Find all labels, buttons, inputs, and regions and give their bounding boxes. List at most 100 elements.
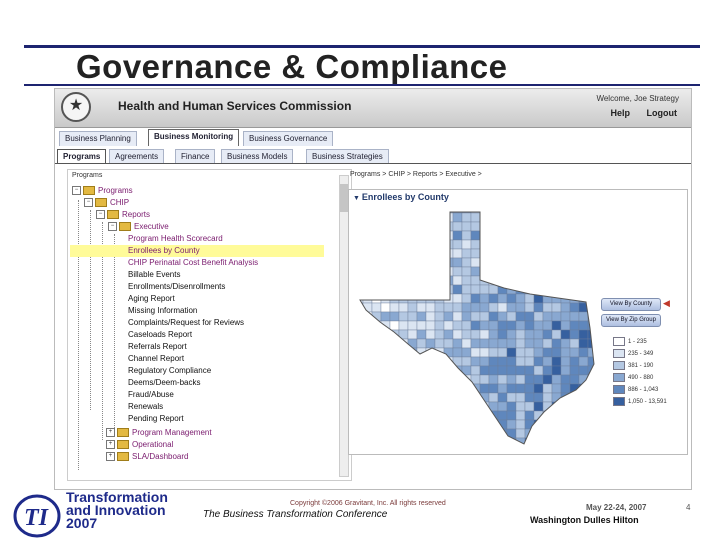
- county-cell[interactable]: [470, 437, 481, 447]
- county-cell[interactable]: [434, 374, 445, 385]
- county-cell[interactable]: [371, 401, 382, 412]
- county-cell[interactable]: [452, 212, 463, 223]
- county-cell[interactable]: [524, 329, 535, 340]
- county-cell[interactable]: [479, 221, 490, 232]
- county-cell[interactable]: [389, 266, 400, 277]
- county-cell[interactable]: [497, 266, 508, 277]
- county-cell[interactable]: [470, 365, 481, 376]
- county-cell[interactable]: [560, 437, 571, 447]
- county-cell[interactable]: [542, 257, 553, 268]
- county-cell[interactable]: [569, 410, 580, 421]
- county-cell[interactable]: [470, 428, 481, 439]
- county-cell[interactable]: [587, 275, 597, 286]
- collapse-icon[interactable]: −: [108, 222, 117, 232]
- county-cell[interactable]: [362, 392, 373, 403]
- county-cell[interactable]: [542, 437, 553, 447]
- county-cell[interactable]: [569, 248, 580, 259]
- county-cell[interactable]: [578, 230, 589, 241]
- county-cell[interactable]: [542, 428, 553, 439]
- county-cell[interactable]: [479, 347, 490, 358]
- county-cell[interactable]: [461, 311, 472, 322]
- county-cell[interactable]: [470, 338, 481, 349]
- county-cell[interactable]: [425, 437, 436, 447]
- county-cell[interactable]: [354, 410, 364, 421]
- county-cell[interactable]: [371, 239, 382, 250]
- county-cell[interactable]: [551, 266, 562, 277]
- county-cell[interactable]: [551, 410, 562, 421]
- county-cell[interactable]: [560, 347, 571, 358]
- county-cell[interactable]: [461, 428, 472, 439]
- county-cell[interactable]: [380, 365, 391, 376]
- county-cell[interactable]: [398, 284, 409, 295]
- county-cell[interactable]: [398, 392, 409, 403]
- county-cell[interactable]: [542, 266, 553, 277]
- scroll-thumb[interactable]: [340, 184, 348, 212]
- county-cell[interactable]: [407, 320, 418, 331]
- county-cell[interactable]: [569, 356, 580, 367]
- county-cell[interactable]: [371, 266, 382, 277]
- county-cell[interactable]: [416, 365, 427, 376]
- county-cell[interactable]: [533, 392, 544, 403]
- county-cell[interactable]: [488, 383, 499, 394]
- county-cell[interactable]: [380, 239, 391, 250]
- county-cell[interactable]: [380, 284, 391, 295]
- county-cell[interactable]: [506, 356, 517, 367]
- county-cell[interactable]: [533, 266, 544, 277]
- county-cell[interactable]: [407, 365, 418, 376]
- county-cell[interactable]: [597, 402, 602, 411]
- county-cell[interactable]: [426, 447, 435, 450]
- tree-item-complaints[interactable]: Complaints/Request for Reviews: [128, 317, 244, 329]
- county-cell[interactable]: [506, 383, 517, 394]
- county-cell[interactable]: [354, 419, 364, 430]
- county-cell[interactable]: [452, 266, 463, 277]
- county-cell[interactable]: [488, 239, 499, 250]
- county-cell[interactable]: [443, 437, 454, 447]
- county-cell[interactable]: [443, 410, 454, 421]
- county-cell[interactable]: [416, 275, 427, 286]
- county-cell[interactable]: [398, 293, 409, 304]
- county-cell[interactable]: [380, 275, 391, 286]
- county-cell[interactable]: [578, 266, 589, 277]
- county-cell[interactable]: [452, 437, 463, 447]
- county-cell[interactable]: [533, 221, 544, 232]
- county-cell[interactable]: [543, 447, 552, 450]
- county-cell[interactable]: [560, 356, 571, 367]
- county-cell[interactable]: [578, 356, 589, 367]
- county-cell[interactable]: [479, 230, 490, 241]
- county-cell[interactable]: [425, 230, 436, 241]
- county-cell[interactable]: [371, 275, 382, 286]
- county-cell[interactable]: [542, 239, 553, 250]
- county-cell[interactable]: [551, 365, 562, 376]
- county-cell[interactable]: [407, 275, 418, 286]
- county-cell[interactable]: [587, 401, 597, 412]
- county-cell[interactable]: [417, 447, 426, 450]
- county-cell[interactable]: [488, 257, 499, 268]
- county-cell[interactable]: [533, 284, 544, 295]
- county-cell[interactable]: [578, 428, 589, 439]
- county-cell[interactable]: [542, 356, 553, 367]
- county-cell[interactable]: [597, 429, 602, 438]
- county-cell[interactable]: [488, 266, 499, 277]
- county-cell[interactable]: [551, 419, 562, 430]
- county-cell[interactable]: [398, 230, 409, 241]
- county-cell[interactable]: [354, 428, 364, 439]
- county-cell[interactable]: [479, 401, 490, 412]
- county-cell[interactable]: [506, 311, 517, 322]
- county-cell[interactable]: [533, 230, 544, 241]
- county-cell[interactable]: [443, 365, 454, 376]
- county-cell[interactable]: [407, 302, 418, 313]
- county-cell[interactable]: [506, 239, 517, 250]
- county-cell[interactable]: [569, 239, 580, 250]
- county-cell[interactable]: [506, 347, 517, 358]
- county-cell[interactable]: [524, 212, 535, 223]
- county-cell[interactable]: [407, 383, 418, 394]
- county-cell[interactable]: [354, 266, 364, 277]
- county-cell[interactable]: [569, 302, 580, 313]
- county-cell[interactable]: [416, 266, 427, 277]
- county-cell[interactable]: [560, 275, 571, 286]
- county-cell[interactable]: [398, 266, 409, 277]
- county-cell[interactable]: [551, 311, 562, 322]
- county-cell[interactable]: [398, 347, 409, 358]
- county-cell[interactable]: [443, 338, 454, 349]
- county-cell[interactable]: [515, 338, 526, 349]
